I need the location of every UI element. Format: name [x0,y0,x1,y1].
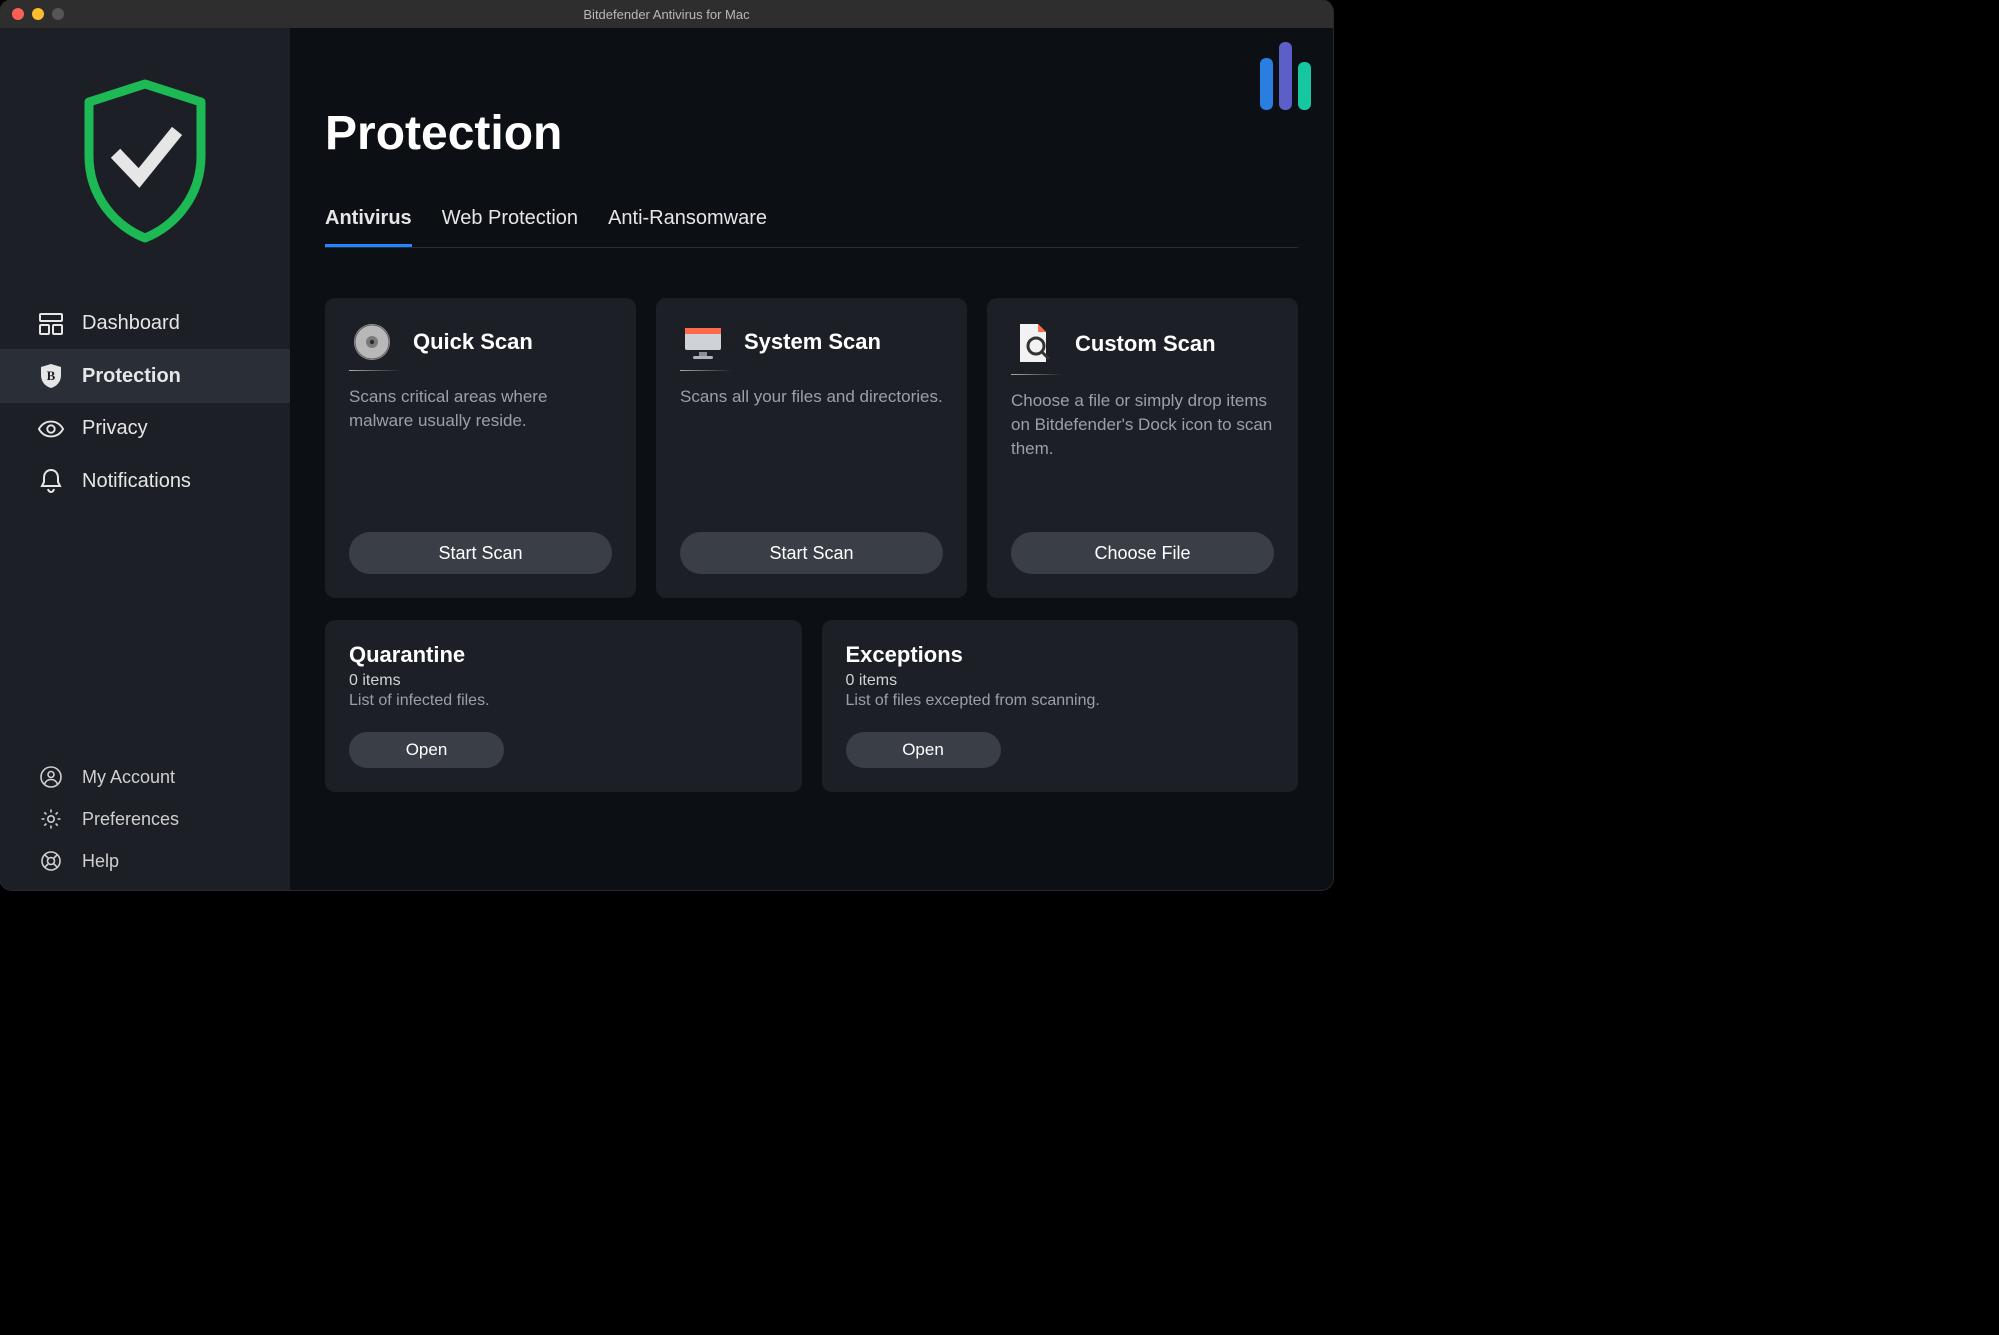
card-desc: List of infected files. [349,692,778,710]
start-quick-scan-button[interactable]: Start Scan [349,532,612,574]
main-nav: Dashboard B Protection Privacy [0,298,290,508]
sidebar-item-my-account[interactable]: My Account [0,756,290,798]
card-title: System Scan [744,329,881,355]
tab-anti-ransomware[interactable]: Anti-Ransomware [608,207,767,247]
sidebar-item-label: Privacy [82,417,148,440]
sidebar-item-label: Preferences [82,809,179,830]
sidebar-item-dashboard[interactable]: Dashboard [0,298,290,349]
shield-icon: B [38,363,64,389]
card-system-scan: System Scan Scans all your files and dir… [656,298,967,598]
card-desc: Choose a file or simply drop items on Bi… [1011,389,1274,520]
card-quarantine: Quarantine 0 items List of infected file… [325,620,802,792]
sidebar-item-privacy[interactable]: Privacy [0,403,290,454]
close-window-button[interactable] [12,8,24,20]
card-desc: List of files excepted from scanning. [846,692,1275,710]
sidebar-item-label: My Account [82,767,175,788]
bottom-nav: My Account Preferences Help [0,756,290,890]
info-cards-row: Quarantine 0 items List of infected file… [325,620,1298,792]
choose-file-button[interactable]: Choose File [1011,532,1274,574]
card-desc: Scans all your files and directories. [680,385,943,520]
open-exceptions-button[interactable]: Open [846,732,1001,768]
eye-icon [38,420,64,438]
sidebar-item-label: Protection [82,365,181,388]
minimize-window-button[interactable] [32,8,44,20]
main-content: Protection Antivirus Web Protection Anti… [290,28,1333,890]
sidebar: Dashboard B Protection Privacy [0,28,290,890]
cd-icon [349,322,395,362]
sidebar-item-label: Dashboard [82,312,180,335]
tab-web-protection[interactable]: Web Protection [442,207,578,247]
brand-bars-icon [1260,42,1311,110]
titlebar: Bitdefender Antivirus for Mac [0,0,1333,28]
zoom-window-button[interactable] [52,8,64,20]
file-search-icon [1011,322,1057,366]
window-title: Bitdefender Antivirus for Mac [0,7,1333,22]
status-shield [0,28,290,298]
card-title: Exceptions [846,642,1275,668]
sidebar-item-help[interactable]: Help [0,840,290,882]
card-exceptions: Exceptions 0 items List of files excepte… [822,620,1299,792]
card-desc: Scans critical areas where malware usual… [349,385,612,520]
bell-icon [38,468,64,494]
open-quarantine-button[interactable]: Open [349,732,504,768]
svg-text:B: B [47,368,56,383]
scan-cards-row: Quick Scan Scans critical areas where ma… [325,298,1298,598]
tabs: Antivirus Web Protection Anti-Ransomware [325,207,1298,248]
quarantine-count: 0 items [349,672,778,690]
shield-check-icon [75,78,215,243]
dashboard-icon [38,313,64,335]
monitor-icon [680,322,726,362]
card-custom-scan: Custom Scan Choose a file or simply drop… [987,298,1298,598]
exceptions-count: 0 items [846,672,1275,690]
sidebar-item-label: Notifications [82,470,191,493]
page-title: Protection [325,28,1298,207]
window-controls [12,8,64,20]
lifebuoy-icon [38,850,64,872]
card-title: Quick Scan [413,329,533,355]
sidebar-item-protection[interactable]: B Protection [0,349,290,403]
start-system-scan-button[interactable]: Start Scan [680,532,943,574]
tab-antivirus[interactable]: Antivirus [325,207,412,247]
sidebar-item-label: Help [82,851,119,872]
sidebar-item-preferences[interactable]: Preferences [0,798,290,840]
card-quick-scan: Quick Scan Scans critical areas where ma… [325,298,636,598]
card-title: Quarantine [349,642,778,668]
sidebar-item-notifications[interactable]: Notifications [0,454,290,508]
app-window: Bitdefender Antivirus for Mac Dashboard [0,0,1333,890]
gear-icon [38,808,64,830]
user-icon [38,766,64,788]
card-title: Custom Scan [1075,331,1216,357]
